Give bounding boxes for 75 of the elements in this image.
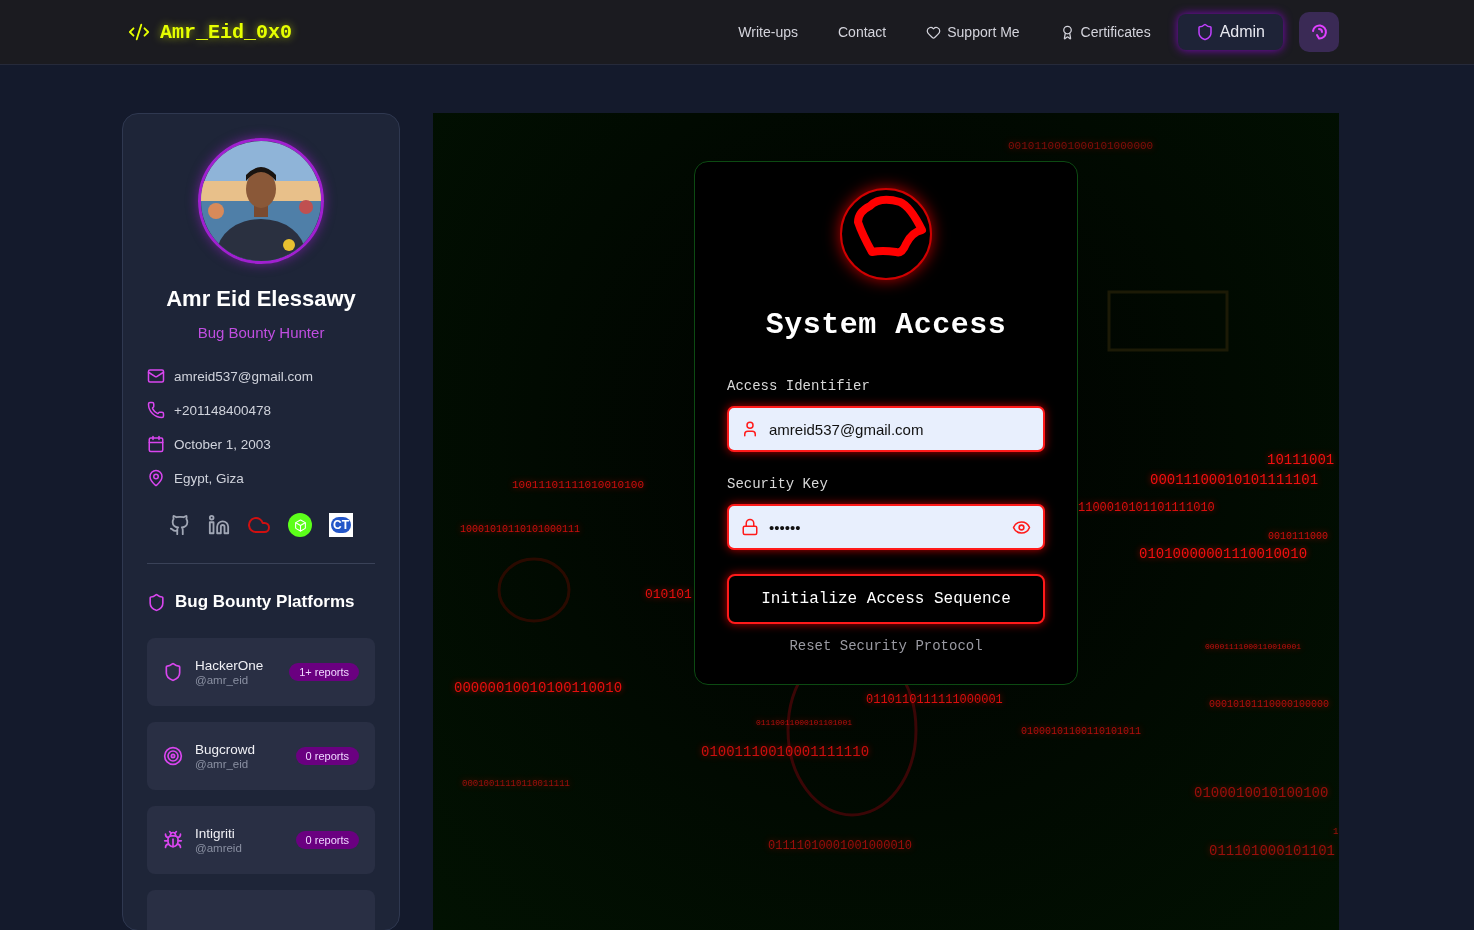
spiral-icon <box>1309 22 1329 42</box>
binary-text: 01000101100110101011 <box>1021 727 1142 737</box>
binary-text: 10111001 <box>1267 453 1335 467</box>
map-pin-icon <box>147 469 165 487</box>
contact-text: amreid537@gmail.com <box>174 368 313 384</box>
shield-icon <box>1195 23 1214 41</box>
profile-role: Bug Bounty Hunter <box>197 324 325 341</box>
shield-icon <box>163 662 183 682</box>
phone-icon <box>147 401 165 419</box>
binary-text: 10011101111010010100 <box>512 480 645 491</box>
reports-badge: 0 reports <box>295 831 359 849</box>
reset-link[interactable]: Reset Security Protocol <box>789 638 983 654</box>
binary-text: 01111010001001000010 <box>768 840 913 852</box>
binary-text: 1100010101101111010 <box>1078 502 1215 514</box>
platform-card[interactable]: HackerOne @amr_eid 1+ reports <box>147 638 375 706</box>
binary-text: 00010011110110011111 <box>462 780 571 789</box>
nav-link[interactable]: Support Me <box>913 16 1033 48</box>
github-icon[interactable] <box>169 514 191 536</box>
platform-card[interactable]: Bugcrowd @amr_eid 0 reports <box>147 722 375 790</box>
cube-icon[interactable] <box>288 513 312 537</box>
login-title: System Access <box>765 308 1007 342</box>
contact-text: Egypt, Giza <box>174 470 244 486</box>
contact-text: October 1, 2003 <box>174 436 271 452</box>
platform-name: Bugcrowd <box>195 742 257 757</box>
profile-name: Amr Eid Elessawy <box>166 286 356 312</box>
binary-text: 011101000101101 <box>1209 844 1336 858</box>
binary-text: 00001111000110010001 <box>1205 643 1301 651</box>
section-title: Bug Bounty Platforms <box>175 592 355 612</box>
user-icon <box>741 420 759 438</box>
text-input[interactable]: amreid537@gmail.com <box>769 420 1031 438</box>
heart-icon <box>926 24 942 40</box>
platform-handle: @amr_eid <box>195 758 250 770</box>
binary-text: 0100010010100100 <box>1194 786 1329 800</box>
linkedin-icon[interactable] <box>208 514 230 536</box>
calendar-icon <box>147 435 165 453</box>
site-logo[interactable]: Amr_Eid_0x0 <box>160 20 293 44</box>
theme-button[interactable] <box>1299 12 1339 52</box>
binary-text: 010101 <box>645 588 692 601</box>
lock-icon <box>741 518 759 536</box>
password-field[interactable]: •••••• <box>727 504 1045 550</box>
binary-text: 1 <box>1333 828 1339 837</box>
platform-handle: @amr_eid <box>195 674 250 686</box>
bug-icon <box>163 830 183 850</box>
binary-text: 00011100010101111101 <box>1150 473 1319 487</box>
text-input[interactable]: •••••• <box>769 518 1002 536</box>
platform-name: Intigriti <box>195 826 236 841</box>
ct-logo[interactable]: CT <box>329 513 353 537</box>
nav-link[interactable]: Contact <box>825 16 900 48</box>
binary-text: 01010000001110010010 <box>1139 547 1308 561</box>
field-label: Access Identifier <box>727 378 871 394</box>
target-icon <box>163 746 183 766</box>
code-icon <box>128 21 150 43</box>
binary-text: 10001010110101000111 <box>460 525 581 535</box>
mail-icon <box>147 367 165 385</box>
nav-link[interactable]: Certificates <box>1046 16 1164 48</box>
input-field[interactable]: amreid537@gmail.com <box>727 406 1045 452</box>
binary-text: 01110011000101101001 <box>756 719 852 727</box>
submit-button[interactable]: Initialize Access Sequence <box>727 574 1045 624</box>
binary-text: 0010111000 <box>1268 532 1328 542</box>
contact-text: +201148400478 <box>174 402 271 418</box>
blob-logo-icon <box>840 188 932 280</box>
binary-text: 01001110010001111110 <box>701 745 870 759</box>
platform-name: HackerOne <box>195 658 265 673</box>
field-label: Security Key <box>727 476 829 492</box>
binary-text: 0110110111111000001 <box>866 694 1003 706</box>
binary-text: 0010110001000101000000 <box>1008 141 1154 152</box>
platform-handle: @amreid <box>195 842 243 854</box>
platform-card[interactable]: Intigriti @amreid 0 reports <box>147 806 375 874</box>
reports-badge: 0 reports <box>295 747 359 765</box>
binary-text: 00000010010100110010 <box>454 681 623 695</box>
shield-icon <box>147 592 166 612</box>
reports-badge: 1+ reports <box>289 663 359 681</box>
binary-text: 00010101110000100000 <box>1209 700 1330 710</box>
nav-link[interactable]: Write-ups <box>725 16 811 48</box>
nav-link[interactable]: Admin <box>1177 14 1283 50</box>
